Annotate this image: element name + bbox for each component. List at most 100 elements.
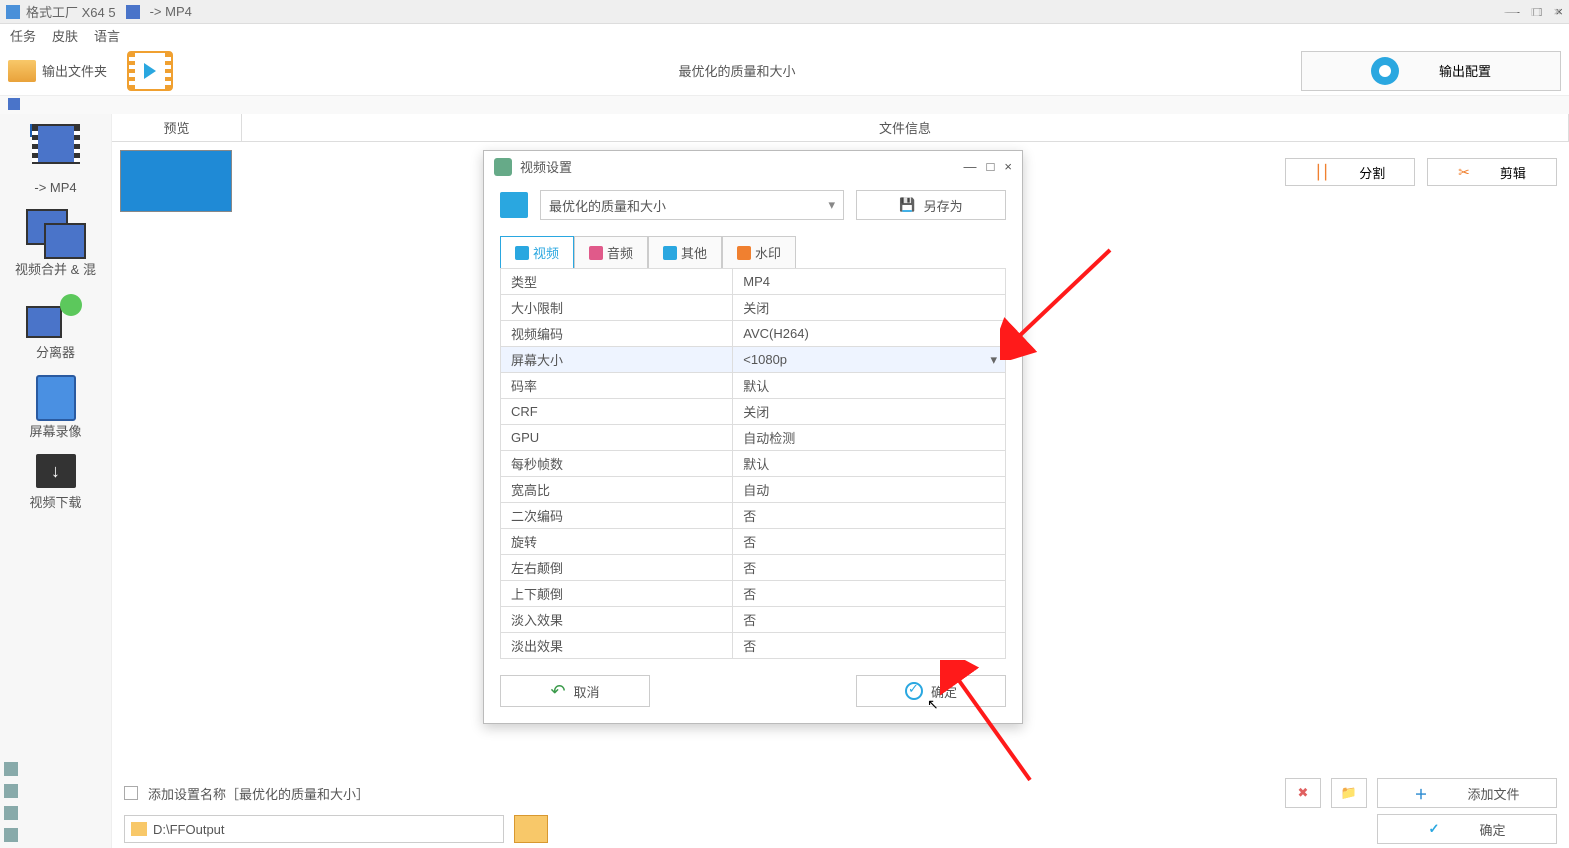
save-icon: 💾	[899, 197, 915, 213]
mini-icon[interactable]	[4, 762, 18, 776]
sidebar-item-screenrecord[interactable]: 屏幕录像	[6, 375, 106, 440]
folder-icon	[131, 822, 147, 836]
settings-value[interactable]: AVC(H264)	[733, 321, 1006, 347]
mini-icon[interactable]	[4, 828, 18, 842]
audio-icon	[589, 246, 603, 260]
settings-value[interactable]: 默认	[733, 451, 1006, 477]
menu-language[interactable]: 语言	[94, 26, 120, 45]
clip-button[interactable]: ✂剪辑	[1427, 158, 1557, 186]
ok-button[interactable]: 确定↖	[856, 675, 1006, 707]
settings-value[interactable]: <1080p	[733, 347, 1006, 373]
profile-dropdown[interactable]: 最优化的质量和大小 ▾	[540, 190, 844, 220]
ok-main-label: 确定	[1479, 820, 1505, 839]
settings-row[interactable]: CRF关闭	[501, 399, 1006, 425]
mini-toolbar	[0, 96, 1569, 114]
mini-icon[interactable]	[8, 98, 20, 110]
sidebar-item-merge[interactable]: 视频合并 & 混	[6, 209, 106, 278]
settings-row[interactable]: 宽高比自动	[501, 477, 1006, 503]
split-button[interactable]: ⎮⎮分割	[1285, 158, 1415, 186]
video-thumbnail[interactable]	[120, 150, 232, 212]
menu-tasks[interactable]: 任务	[10, 26, 36, 45]
ok-main-button[interactable]: ✓ 确定	[1377, 814, 1557, 844]
add-file-button[interactable]: ＋添加文件	[1377, 778, 1557, 808]
cancel-button[interactable]: ↶取消	[500, 675, 650, 707]
output-path-field[interactable]: D:\FFOutput	[124, 815, 504, 843]
settings-value[interactable]: 否	[733, 607, 1006, 633]
settings-row[interactable]: 每秒帧数默认	[501, 451, 1006, 477]
settings-row[interactable]: 类型MP4	[501, 269, 1006, 295]
mini-icon[interactable]	[4, 784, 18, 798]
settings-key: 上下颠倒	[501, 581, 733, 607]
save-as-button[interactable]: 💾 另存为	[856, 190, 1006, 220]
play-preview-icon[interactable]	[127, 51, 173, 91]
remove-button[interactable]: ✖	[1285, 778, 1321, 808]
settings-key: 淡出效果	[501, 633, 733, 659]
maximize-icon[interactable]: □	[987, 159, 995, 174]
settings-row[interactable]: 视频编码AVC(H264)	[501, 321, 1006, 347]
minimize-icon[interactable]: —	[964, 159, 977, 174]
sidebar-item-label: 视频下载	[6, 492, 106, 511]
sidebar-item-label: 屏幕录像	[6, 421, 106, 440]
settings-value[interactable]: 自动	[733, 477, 1006, 503]
settings-value[interactable]: MP4	[733, 269, 1006, 295]
settings-value[interactable]: 关闭	[733, 295, 1006, 321]
back-arrow-icon: ↶	[550, 681, 565, 702]
dialog-tabs: 视频 音频 其他 水印	[500, 236, 1006, 268]
tab-video-label: 视频	[533, 243, 559, 262]
output-folder-label: 输出文件夹	[42, 61, 107, 80]
add-folder-button[interactable]: 📁	[1331, 778, 1367, 808]
browse-folder-button[interactable]	[514, 815, 548, 843]
save-as-label: 另存为	[924, 196, 963, 215]
settings-row[interactable]: 大小限制关闭	[501, 295, 1006, 321]
tab-fileinfo[interactable]: 文件信息	[242, 114, 1569, 141]
tab-preview[interactable]: 预览	[112, 114, 242, 141]
settings-value[interactable]: 否	[733, 529, 1006, 555]
minimize-icon[interactable]: —	[1505, 4, 1518, 19]
close-icon[interactable]: ×	[1553, 4, 1561, 19]
settings-value[interactable]: 默认	[733, 373, 1006, 399]
app-title: 格式工厂 X64 5	[26, 2, 116, 21]
close-icon[interactable]: ×	[1004, 159, 1012, 174]
settings-value[interactable]: 否	[733, 633, 1006, 659]
merge-icon	[26, 209, 86, 259]
tab-audio[interactable]: 音频	[574, 236, 648, 268]
maximize-icon[interactable]: □	[1532, 4, 1540, 19]
settings-value[interactable]: 否	[733, 581, 1006, 607]
output-folder-button[interactable]: 输出文件夹	[8, 60, 107, 82]
tab-video[interactable]: 视频	[500, 236, 574, 268]
split-label: 分割	[1359, 163, 1385, 182]
sidebar-item-download[interactable]: 视频下载	[6, 454, 106, 511]
settings-row[interactable]: 上下颠倒否	[501, 581, 1006, 607]
tab-other[interactable]: 其他	[648, 236, 722, 268]
menu-skin[interactable]: 皮肤	[52, 26, 78, 45]
settings-key: 二次编码	[501, 503, 733, 529]
settings-key: 大小限制	[501, 295, 733, 321]
settings-row[interactable]: 码率默认	[501, 373, 1006, 399]
preset-drawer-icon[interactable]	[500, 192, 528, 218]
mini-sidebar-icons	[4, 762, 18, 842]
titlebar: 格式工厂 X64 5 -> MP4 — □ ×	[0, 0, 1569, 24]
sidebar-item-demux[interactable]: 分离器	[6, 292, 106, 361]
settings-row[interactable]: 旋转否	[501, 529, 1006, 555]
folder-plus-icon: 📁	[1341, 785, 1357, 801]
settings-row[interactable]: 二次编码否	[501, 503, 1006, 529]
settings-row[interactable]: 淡出效果否	[501, 633, 1006, 659]
sidebar: MP4 -> MP4 视频合并 & 混 分离器 屏幕录像 视频下载	[0, 114, 112, 848]
check-icon: ✓	[1429, 821, 1440, 837]
settings-row[interactable]: 屏幕大小<1080p	[501, 347, 1006, 373]
settings-value[interactable]: 否	[733, 503, 1006, 529]
output-config-button[interactable]: 输出配置	[1301, 51, 1561, 91]
settings-row[interactable]: 淡入效果否	[501, 607, 1006, 633]
settings-row[interactable]: 左右颠倒否	[501, 555, 1006, 581]
tab-watermark[interactable]: 水印	[722, 236, 796, 268]
settings-value[interactable]: 关闭	[733, 399, 1006, 425]
settings-value[interactable]: 否	[733, 555, 1006, 581]
settings-value[interactable]: 自动检测	[733, 425, 1006, 451]
dialog-window-controls: — □ ×	[964, 159, 1012, 174]
sidebar-item-mp4[interactable]: MP4 -> MP4	[6, 124, 106, 195]
app-logo-icon	[6, 5, 20, 19]
folder-icon	[8, 60, 36, 82]
settings-row[interactable]: GPU自动检测	[501, 425, 1006, 451]
mini-icon[interactable]	[4, 806, 18, 820]
add-setting-checkbox[interactable]	[124, 786, 138, 800]
